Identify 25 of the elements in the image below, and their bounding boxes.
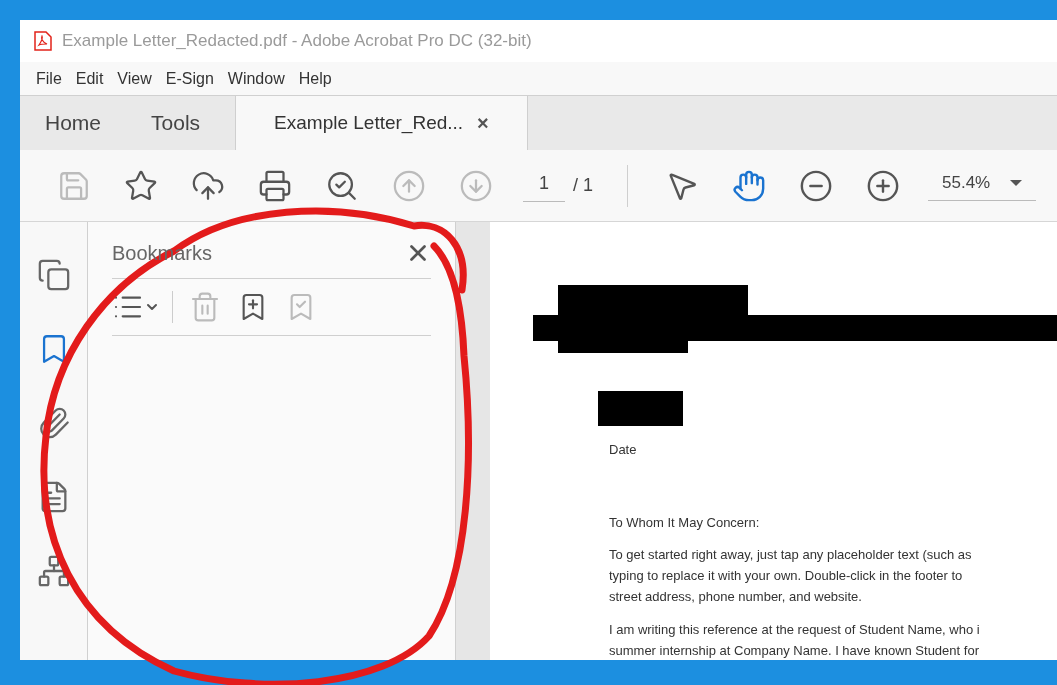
menu-item[interactable]: E-Sign xyxy=(159,66,220,91)
paragraph-text: To get started right away, just tap any placeholder text (such as typing to replace it with your own. Double-click in the footer to street address, phone number, and website. xyxy=(609,546,972,606)
date-text: Date xyxy=(609,441,638,459)
tab-label: Home xyxy=(45,110,102,137)
tab[interactable]: Tools xyxy=(126,96,226,150)
zoom-field[interactable]: 55.4% xyxy=(928,170,1036,201)
pages-icon[interactable] xyxy=(36,258,71,292)
paragraph-text: I am writing this reference at the request of Student Name, who i summer internship at Company Name. I have known Student for xyxy=(609,621,980,660)
list-icon[interactable] xyxy=(112,291,173,323)
window-title: Example Letter_Redacted.pdf - Adobe Acrobat Pro DC (32-bit) xyxy=(62,30,532,53)
pdf-file-icon xyxy=(34,31,52,51)
page-number-field[interactable]: 1 xyxy=(523,169,565,202)
menu-item[interactable]: File xyxy=(30,66,68,91)
tab-label: Example Letter_Red... xyxy=(274,110,464,136)
salutation-text: To Whom It May Concern: xyxy=(609,513,761,532)
tab-label: Tools xyxy=(151,110,201,137)
menu-item[interactable]: Help xyxy=(292,66,338,91)
tab[interactable]: Example Letter_Red... × xyxy=(235,96,528,150)
menu-item[interactable]: Window xyxy=(221,66,291,91)
tab[interactable]: Home xyxy=(20,96,127,150)
page-total: / 1 xyxy=(573,174,593,197)
menu-item[interactable]: Edit xyxy=(69,66,110,91)
tree-icon[interactable] xyxy=(36,554,71,588)
menu-item[interactable]: View xyxy=(111,66,158,91)
tab-close[interactable]: × xyxy=(477,108,489,138)
